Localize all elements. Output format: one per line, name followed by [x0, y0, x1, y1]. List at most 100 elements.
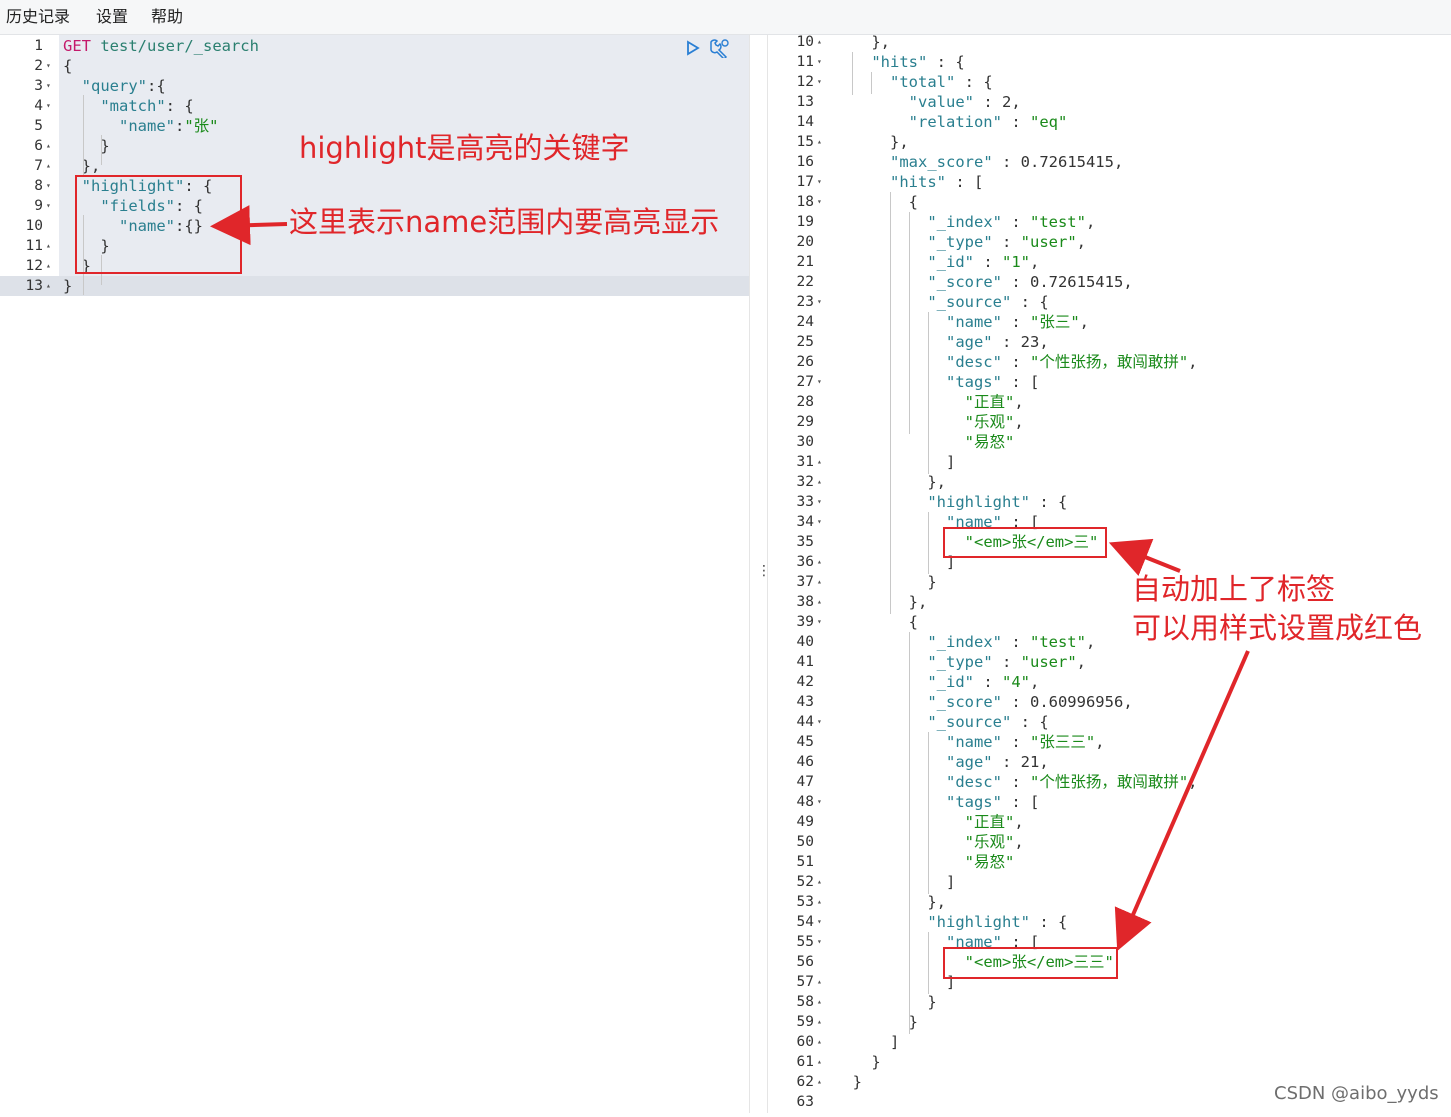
- code-line[interactable]: ]: [834, 972, 955, 992]
- code-line[interactable]: },: [63, 156, 101, 176]
- fold-close-icon[interactable]: ▴: [46, 236, 51, 256]
- code-line[interactable]: },: [834, 892, 946, 912]
- fold-open-icon[interactable]: ▾: [46, 196, 51, 216]
- fold-close-icon[interactable]: ▴: [46, 136, 51, 156]
- code-line[interactable]: }: [834, 1012, 918, 1032]
- code-line[interactable]: "正直",: [834, 812, 1024, 832]
- fold-open-icon[interactable]: ▾: [46, 96, 51, 116]
- code-line[interactable]: "desc" : "个性张扬，敢闯敢拼",: [834, 772, 1198, 792]
- code-line[interactable]: }: [63, 136, 109, 156]
- fold-open-icon[interactable]: ▾: [817, 492, 822, 512]
- fold-open-icon[interactable]: ▾: [46, 176, 51, 196]
- menu-help[interactable]: 帮助: [151, 3, 183, 27]
- code-line[interactable]: "_index" : "test",: [834, 632, 1095, 652]
- fold-close-icon[interactable]: ▴: [817, 1072, 822, 1092]
- fold-close-icon[interactable]: ▴: [817, 1052, 822, 1072]
- code-line[interactable]: "_index" : "test",: [834, 212, 1095, 232]
- code-line[interactable]: "tags" : [: [834, 372, 1039, 392]
- fold-close-icon[interactable]: ▴: [817, 592, 822, 612]
- fold-open-icon[interactable]: ▾: [817, 192, 822, 212]
- code-line[interactable]: "name":"张": [63, 116, 219, 136]
- fold-close-icon[interactable]: ▴: [817, 1012, 822, 1032]
- menu-history[interactable]: 历史记录: [6, 3, 70, 27]
- menu-settings[interactable]: 设置: [96, 3, 128, 27]
- code-line[interactable]: "_score" : 0.60996956,: [834, 692, 1132, 712]
- code-line[interactable]: {: [834, 612, 918, 632]
- code-line[interactable]: "age" : 21,: [834, 752, 1049, 772]
- fold-open-icon[interactable]: ▾: [817, 792, 822, 812]
- fold-close-icon[interactable]: ▴: [817, 1032, 822, 1052]
- fold-close-icon[interactable]: ▴: [46, 276, 51, 296]
- fold-close-icon[interactable]: ▴: [817, 35, 822, 52]
- fold-open-icon[interactable]: ▾: [46, 56, 51, 76]
- code-line[interactable]: },: [834, 132, 909, 152]
- fold-close-icon[interactable]: ▴: [817, 572, 822, 592]
- code-line[interactable]: "_score" : 0.72615415,: [834, 272, 1132, 292]
- code-line[interactable]: "易怒": [834, 432, 1015, 452]
- code-line[interactable]: "正直",: [834, 392, 1024, 412]
- code-line[interactable]: "tags" : [: [834, 792, 1039, 812]
- fold-open-icon[interactable]: ▾: [817, 172, 822, 192]
- fold-open-icon[interactable]: ▾: [817, 72, 822, 92]
- code-line[interactable]: "highlight" : {: [834, 912, 1067, 932]
- fold-close-icon[interactable]: ▴: [817, 132, 822, 152]
- code-line[interactable]: }: [63, 276, 72, 296]
- pane-divider[interactable]: ⋮: [749, 35, 771, 1113]
- fold-open-icon[interactable]: ▾: [817, 612, 822, 632]
- wrench-icon[interactable]: [708, 38, 730, 62]
- fold-open-icon[interactable]: ▾: [817, 52, 822, 72]
- fold-open-icon[interactable]: ▾: [817, 932, 822, 952]
- code-line[interactable]: }: [834, 1072, 862, 1092]
- code-line[interactable]: ]: [834, 872, 955, 892]
- fold-close-icon[interactable]: ▴: [817, 452, 822, 472]
- code-line[interactable]: }: [834, 1052, 880, 1072]
- code-line[interactable]: "_source" : {: [834, 292, 1048, 312]
- fold-open-icon[interactable]: ▾: [817, 292, 822, 312]
- fold-close-icon[interactable]: ▴: [817, 472, 822, 492]
- fold-open-icon[interactable]: ▾: [817, 512, 822, 532]
- code-line[interactable]: "hits" : [: [834, 172, 983, 192]
- code-line[interactable]: "_id" : "1",: [834, 252, 1039, 272]
- code-line[interactable]: "total" : {: [834, 72, 993, 92]
- fold-close-icon[interactable]: ▴: [817, 872, 822, 892]
- code-line[interactable]: },: [834, 472, 946, 492]
- fold-close-icon[interactable]: ▴: [817, 552, 822, 572]
- fold-open-icon[interactable]: ▾: [817, 712, 822, 732]
- code-line[interactable]: "name" : "张三三",: [834, 732, 1105, 752]
- fold-close-icon[interactable]: ▴: [817, 972, 822, 992]
- code-line[interactable]: "_type" : "user",: [834, 652, 1086, 672]
- code-line[interactable]: "name" : "张三",: [834, 312, 1089, 332]
- code-line[interactable]: "highlight" : {: [834, 492, 1067, 512]
- code-line[interactable]: "max_score" : 0.72615415,: [834, 152, 1123, 172]
- code-line[interactable]: "value" : 2,: [834, 92, 1021, 112]
- code-line[interactable]: "relation" : "eq": [834, 112, 1068, 132]
- play-icon[interactable]: [686, 40, 700, 60]
- code-line[interactable]: "_source" : {: [834, 712, 1048, 732]
- code-line[interactable]: "query":{: [63, 76, 166, 96]
- code-line[interactable]: {: [63, 56, 72, 76]
- code-line[interactable]: "乐观",: [834, 412, 1024, 432]
- fold-close-icon[interactable]: ▴: [817, 992, 822, 1012]
- fold-open-icon[interactable]: ▾: [817, 372, 822, 392]
- code-line[interactable]: "desc" : "个性张扬，敢闯敢拼",: [834, 352, 1198, 372]
- code-line[interactable]: "易怒": [834, 852, 1015, 872]
- code-line[interactable]: ]: [834, 452, 955, 472]
- code-line[interactable]: },: [834, 35, 890, 52]
- code-line[interactable]: {: [834, 192, 918, 212]
- code-line[interactable]: GET test/user/_search: [63, 36, 259, 56]
- code-line[interactable]: }: [834, 572, 936, 592]
- code-line[interactable]: "乐观",: [834, 832, 1024, 852]
- code-line[interactable]: },: [834, 592, 928, 612]
- code-line[interactable]: "age" : 23,: [834, 332, 1049, 352]
- fold-close-icon[interactable]: ▴: [46, 156, 51, 176]
- fold-close-icon[interactable]: ▴: [817, 892, 822, 912]
- code-line[interactable]: "hits" : {: [834, 52, 964, 72]
- code-line[interactable]: "_type" : "user",: [834, 232, 1086, 252]
- code-line[interactable]: ]: [834, 1032, 899, 1052]
- code-line[interactable]: ]: [834, 552, 955, 572]
- fold-open-icon[interactable]: ▾: [46, 76, 51, 96]
- code-line[interactable]: "_id" : "4",: [834, 672, 1039, 692]
- code-line[interactable]: }: [834, 992, 936, 1012]
- fold-open-icon[interactable]: ▾: [817, 912, 822, 932]
- fold-close-icon[interactable]: ▴: [46, 256, 51, 276]
